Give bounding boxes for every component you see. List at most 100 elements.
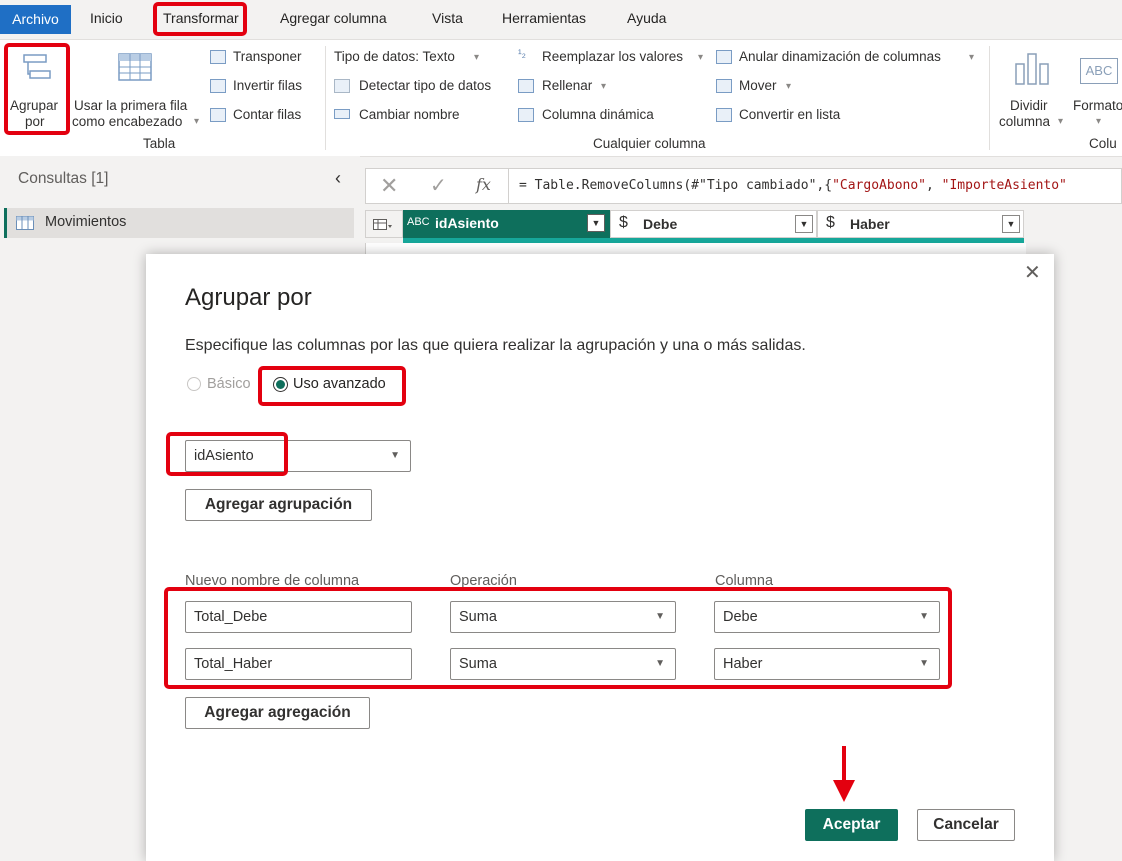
filter-dropdown-icon[interactable]: ▼ [795,215,813,233]
radio-unchecked-icon [187,377,201,391]
rellenar-button[interactable]: Rellenar ▾ [518,77,618,97]
table-icon [16,216,34,230]
dividir-label-1: Dividir [1010,98,1048,113]
column-header-idasiento[interactable]: ABC idAsiento ▼ [403,210,610,238]
annotation-arrow-icon [833,746,855,802]
mover-label: Mover [739,78,777,93]
count-rows-icon [210,108,226,122]
highlight-agrupar [4,43,70,135]
detect-type-icon [334,79,350,93]
chevron-down-icon: ▾ [1058,116,1064,127]
ribbon-separator [989,46,990,150]
contar-label: Contar filas [233,107,302,122]
dividir-label-2: columna [999,114,1051,129]
collapse-chevron-icon[interactable]: ‹ [335,168,341,189]
group-label-colu: Colu [1089,136,1117,151]
query-label: Movimientos [45,214,127,230]
tab-archivo[interactable]: Archivo [0,5,71,34]
format-abc-icon: ABC [1080,58,1118,84]
invertir-filas-button[interactable]: Invertir filas [210,77,320,97]
text-type-icon: ABC [407,216,430,228]
column-name: Debe [643,216,678,232]
highlight-idasiento [166,432,288,476]
filter-dropdown-icon[interactable]: ▼ [587,214,605,232]
filter-dropdown-icon[interactable]: ▼ [1002,215,1020,233]
rename-icon [334,109,350,119]
mover-button[interactable]: Mover ▾ [716,77,806,97]
cancelar-button[interactable]: Cancelar [917,809,1015,841]
group-label-cualquier: Cualquier columna [593,136,706,151]
table-header-icon [118,53,152,81]
transponer-label: Transponer [233,49,302,64]
dividir-columna-button[interactable]: Dividir columna ▾ [996,44,1068,130]
cambiar-nombre-label: Cambiar nombre [359,107,460,122]
column-header-haber[interactable]: $ Haber ▼ [817,210,1024,238]
currency-type-icon: $ [826,214,835,231]
query-item-movimientos[interactable]: Movimientos [4,208,354,238]
dialog-description: Especifique las columnas por las que qui… [185,337,806,354]
formula-string-2: "ImporteAsiento" [941,178,1067,193]
reemplazar-valores-button[interactable]: ¹₂ Reemplazar los valores ▾ [518,48,708,68]
formula-input[interactable]: = Table.RemoveColumns(#"Tipo cambiado",{… [508,168,1122,204]
aceptar-button[interactable]: Aceptar [805,809,898,841]
chevron-down-icon: ▾ [969,52,975,63]
chevron-down-icon: ▼ [390,450,400,461]
data-grid: ABC idAsiento ▼ $ Debe ▼ $ Haber ▼ [365,210,1122,260]
reemplazar-label: Reemplazar los valores [542,49,684,64]
columna-dinamica-label: Columna dinámica [542,107,654,122]
split-column-icon [1015,53,1049,85]
tab-inicio[interactable]: Inicio [90,10,123,26]
ribbon: Agrupar por Usar la primera fila como en… [0,39,1122,157]
anular-dinamizacion-button[interactable]: Anular dinamización de columnas ▾ [716,48,981,68]
chevron-down-icon: ▾ [786,81,792,92]
tab-herramientas[interactable]: Herramientas [502,10,586,26]
convert-list-icon [716,108,732,122]
radio-basico-label: Básico [207,376,251,392]
pivot-column-icon [518,108,534,122]
tipo-datos-dropdown[interactable]: Tipo de datos: Texto ▾ [334,48,494,68]
radio-basico[interactable]: Básico [185,375,255,395]
group-by-dialog: ✕ Agrupar por Especifique las columnas p… [146,254,1054,861]
queries-header: Consultas [1] [18,170,109,187]
primera-fila-label-2: como encabezado [72,114,183,129]
agregar-agregacion-button[interactable]: Agregar agregación [185,697,370,729]
menu-bar: Archivo Inicio Transformar Agregar colum… [0,0,1122,39]
contar-filas-button[interactable]: Contar filas [210,106,320,126]
rellenar-label: Rellenar [542,78,593,93]
column-name: idAsiento [435,215,499,231]
close-icon[interactable]: ✕ [1024,260,1041,285]
replace-values-icon: ¹₂ [518,48,526,60]
invertir-label: Invertir filas [233,78,303,93]
tipo-datos-label: Tipo de datos: Texto [334,49,455,64]
formula-string-1: "CargoAbono" [832,178,926,193]
columna-dinamica-button[interactable]: Columna dinámica [518,106,678,126]
usar-primera-fila-button[interactable]: Usar la primera fila como encabezado ▾ [72,44,200,130]
cambiar-nombre-button[interactable]: Cambiar nombre [334,106,484,126]
reverse-rows-icon [210,79,226,93]
table-grid-glyph [373,219,392,230]
detectar-tipo-button[interactable]: Detectar tipo de datos [334,77,514,97]
chevron-down-icon: ▾ [698,52,704,63]
tab-ayuda[interactable]: Ayuda [627,10,666,26]
formula-sep: , [926,178,942,193]
formato-button[interactable]: ABC Formato ▾ [1070,44,1122,130]
fill-down-icon [518,79,534,93]
table-menu-icon[interactable] [365,210,403,238]
highlight-aggregations [164,587,952,689]
chevron-down-icon: ▾ [1096,116,1102,127]
primera-fila-label-1: Usar la primera fila [74,98,188,113]
tab-vista[interactable]: Vista [432,10,463,26]
cancel-formula-icon[interactable]: ✕ [380,173,398,199]
dialog-title: Agrupar por [185,284,312,311]
formato-label: Formato [1073,98,1122,113]
column-header-debe[interactable]: $ Debe ▼ [610,210,817,238]
agregar-agrupacion-button[interactable]: Agregar agrupación [185,489,372,521]
convertir-label: Convertir en lista [739,107,841,122]
confirm-formula-icon[interactable]: ✓ [430,173,447,198]
fx-icon[interactable]: fx [476,175,491,194]
formula-bar: ✕ ✓ fx = Table.RemoveColumns(#"Tipo camb… [365,168,1122,204]
transponer-button[interactable]: Transponer [210,48,320,68]
tab-agregar-columna[interactable]: Agregar columna [280,10,387,26]
anular-label: Anular dinamización de columnas [739,49,941,64]
convertir-lista-button[interactable]: Convertir en lista [716,106,866,126]
